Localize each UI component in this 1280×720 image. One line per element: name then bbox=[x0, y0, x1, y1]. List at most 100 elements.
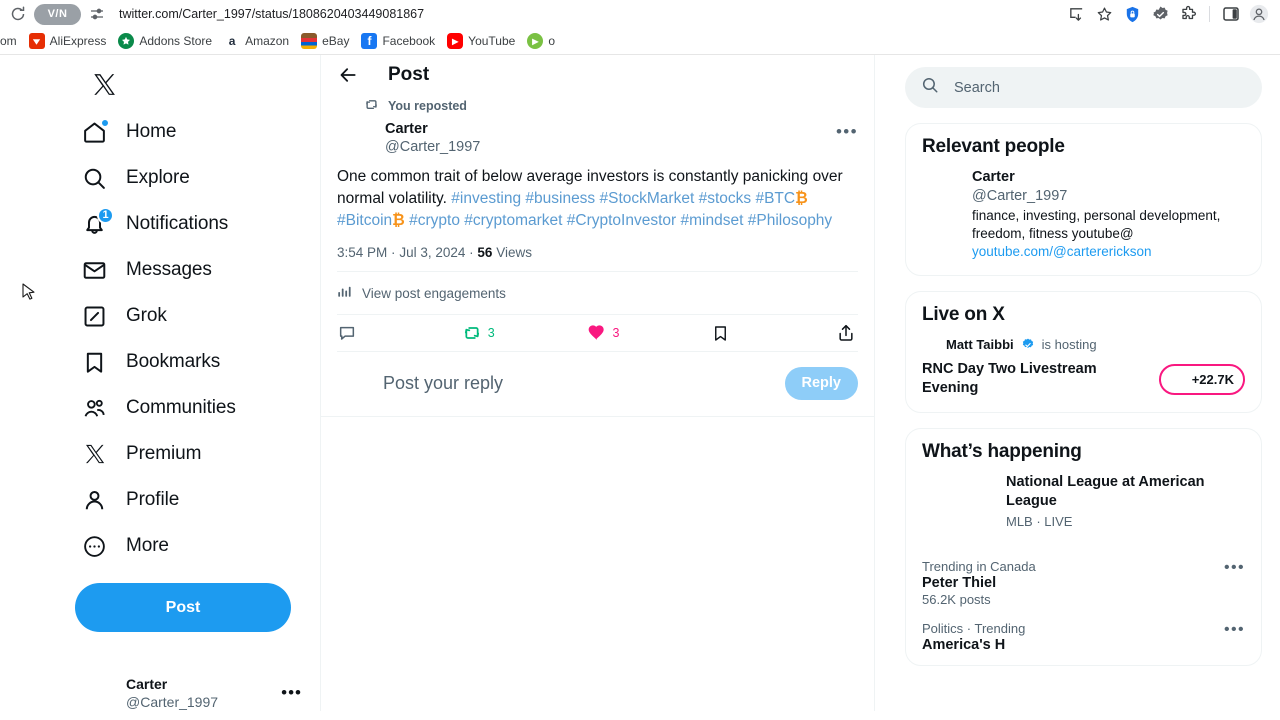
post-column: Post You reposted Carter @Carter_1997 ••… bbox=[320, 55, 875, 711]
hashtag-btc[interactable]: #BTC bbox=[755, 190, 795, 207]
bookmark-item-ebay[interactable]: eBay bbox=[301, 33, 349, 49]
like-count: 3 bbox=[612, 326, 620, 340]
sidebar-item-more[interactable]: More bbox=[75, 523, 290, 569]
live-listeners-pill[interactable]: +22.7K bbox=[1158, 363, 1245, 395]
view-post-engagements[interactable]: View post engagements bbox=[321, 272, 874, 314]
live-host-suffix: is hosting bbox=[1041, 337, 1097, 353]
reply-composer[interactable]: Post your reply Reply bbox=[321, 352, 874, 416]
install-app-icon[interactable] bbox=[1063, 2, 1089, 26]
bookmark-item-facebook[interactable]: f Facebook bbox=[361, 33, 435, 49]
bookmark-label: YouTube bbox=[468, 34, 516, 48]
bookmark-item-youtube[interactable]: ▶ YouTube bbox=[447, 33, 515, 49]
hashtag-cryptoinvestor[interactable]: #CryptoInvestor bbox=[567, 212, 676, 229]
right-sidebar: Search Relevant people Carter @Carter_19… bbox=[875, 55, 1280, 711]
browser-toolbar: V/N twitter.com/Carter_1997/status/18086… bbox=[0, 0, 1280, 28]
post-date: Jul 3, 2024 bbox=[399, 245, 466, 260]
trend-item[interactable]: Trending in Canada Peter Thiel 56.2K pos… bbox=[906, 557, 1261, 619]
sidebar-item-label: Grok bbox=[126, 305, 167, 326]
notifications-badge: 1 bbox=[97, 206, 114, 224]
home-icon bbox=[81, 118, 109, 146]
addons-store-icon bbox=[118, 33, 135, 49]
reply-button-submit[interactable]: Reply bbox=[784, 366, 858, 400]
share-button[interactable] bbox=[836, 323, 856, 343]
verified-badge-icon bbox=[1021, 338, 1035, 352]
account-switcher[interactable]: Carter @Carter_1997 ••• bbox=[75, 670, 310, 711]
hashtag-investing[interactable]: #investing bbox=[451, 190, 521, 207]
hashtag-mindset[interactable]: #mindset bbox=[681, 212, 744, 229]
like-button[interactable]: 3 bbox=[587, 323, 712, 343]
x-logo[interactable] bbox=[79, 59, 129, 109]
person-link[interactable]: youtube.com/@cartererickson bbox=[972, 244, 1152, 259]
sidebar-item-messages[interactable]: Messages bbox=[75, 247, 290, 293]
sidebar-item-premium[interactable]: Premium bbox=[75, 431, 290, 477]
extensions-puzzle-icon[interactable] bbox=[1175, 2, 1201, 26]
meta-dot: · bbox=[469, 245, 474, 260]
bookmark-item-amazon[interactable]: a Amazon bbox=[224, 33, 289, 49]
whats-happening-card: What’s happening National League at Amer… bbox=[905, 428, 1262, 667]
bitcoin-icon: ₿ bbox=[392, 212, 405, 229]
address-bar[interactable]: twitter.com/Carter_1997/status/180862040… bbox=[113, 1, 1057, 27]
search-icon bbox=[921, 76, 939, 99]
hashtag-philosophy[interactable]: #Philosophy bbox=[748, 212, 832, 229]
hashtag-bitcoin[interactable]: #Bitcoin bbox=[337, 212, 392, 229]
bookmark-star-icon[interactable] bbox=[1091, 2, 1117, 26]
bookmark-icon bbox=[81, 349, 108, 376]
trend-more-icon[interactable]: ••• bbox=[1224, 559, 1245, 577]
trend-more-icon[interactable]: ••• bbox=[1224, 621, 1245, 639]
post-more-menu-icon[interactable]: ••• bbox=[836, 120, 858, 157]
bitcoin-icon: ₿ bbox=[795, 190, 808, 207]
search-input[interactable]: Search bbox=[905, 67, 1262, 108]
repost-button[interactable]: 3 bbox=[462, 323, 587, 343]
search-placeholder: Search bbox=[954, 79, 1000, 96]
hashtag-business[interactable]: #business bbox=[525, 190, 595, 207]
sidebar-item-communities[interactable]: Communities bbox=[75, 385, 290, 431]
bookmark-label: om bbox=[0, 34, 17, 48]
sidebar-item-bookmarks[interactable]: Bookmarks bbox=[75, 339, 290, 385]
account-more-icon[interactable]: ••• bbox=[281, 684, 302, 701]
badge-check-extension-icon[interactable] bbox=[1147, 2, 1173, 26]
relevant-person[interactable]: Carter @Carter_1997 finance, investing, … bbox=[906, 168, 1261, 275]
sidebar-item-label: Messages bbox=[126, 259, 212, 280]
repost-count: 3 bbox=[487, 326, 495, 340]
trend-item[interactable]: Politics · Trending America's H ••• bbox=[906, 619, 1261, 665]
trend-news-item[interactable]: National League at American League MLB ·… bbox=[906, 473, 1261, 557]
live-host-name[interactable]: Matt Taibbi bbox=[946, 337, 1014, 352]
tweet-author-row: Carter @Carter_1997 ••• bbox=[321, 118, 874, 157]
post-button[interactable]: Post bbox=[75, 583, 291, 632]
sidebar-item-explore[interactable]: Explore bbox=[75, 155, 290, 201]
reply-input[interactable]: Post your reply bbox=[383, 373, 773, 394]
bookmark-button[interactable] bbox=[711, 324, 836, 343]
hashtag-cryptomarket[interactable]: #cryptomarket bbox=[464, 212, 562, 229]
profile-avatar-icon[interactable] bbox=[1246, 2, 1272, 26]
shield-lock-icon[interactable] bbox=[1119, 2, 1145, 26]
sidebar-item-notifications[interactable]: 1 Notifications bbox=[75, 201, 290, 247]
sidebar-item-home[interactable]: Home bbox=[75, 109, 290, 155]
bell-icon: 1 bbox=[81, 206, 114, 238]
hashtag-stockmarket[interactable]: #StockMarket bbox=[600, 190, 695, 207]
bookmark-label: o bbox=[548, 34, 556, 48]
bookmark-label: AliExpress bbox=[49, 34, 107, 48]
sidebar-item-grok[interactable]: Grok bbox=[75, 293, 290, 339]
bookmark-item-addons-store[interactable]: Addons Store bbox=[118, 33, 212, 49]
bookmark-label: Facebook bbox=[382, 34, 436, 48]
trend-category: Trending in Canada bbox=[922, 559, 1036, 575]
toolbar-divider bbox=[1209, 6, 1210, 22]
hashtag-crypto[interactable]: #crypto bbox=[409, 212, 460, 229]
sidebar-item-profile[interactable]: Profile bbox=[75, 477, 290, 523]
reload-icon[interactable] bbox=[8, 4, 28, 24]
bookmark-item-o[interactable]: ▶ o bbox=[527, 33, 555, 49]
reply-button[interactable] bbox=[337, 323, 462, 343]
back-arrow-icon[interactable] bbox=[337, 64, 359, 86]
author-names[interactable]: Carter @Carter_1997 bbox=[385, 120, 825, 157]
bookmark-item[interactable]: om bbox=[0, 34, 17, 48]
side-panel-icon[interactable] bbox=[1218, 2, 1244, 26]
live-stream-row[interactable]: RNC Day Two Livestream Evening +22.7K bbox=[906, 360, 1261, 412]
bookmark-item-aliexpress[interactable]: AliExpress bbox=[28, 33, 107, 49]
account-handle: @Carter_1997 bbox=[126, 693, 219, 710]
site-settings-icon[interactable] bbox=[87, 4, 107, 24]
hashtag-stocks[interactable]: #stocks bbox=[699, 190, 752, 207]
avatar bbox=[1163, 367, 1188, 392]
vpn-badge[interactable]: V/N bbox=[34, 3, 81, 25]
avatar[interactable] bbox=[337, 120, 374, 157]
post-actions: 3 3 bbox=[321, 315, 874, 351]
